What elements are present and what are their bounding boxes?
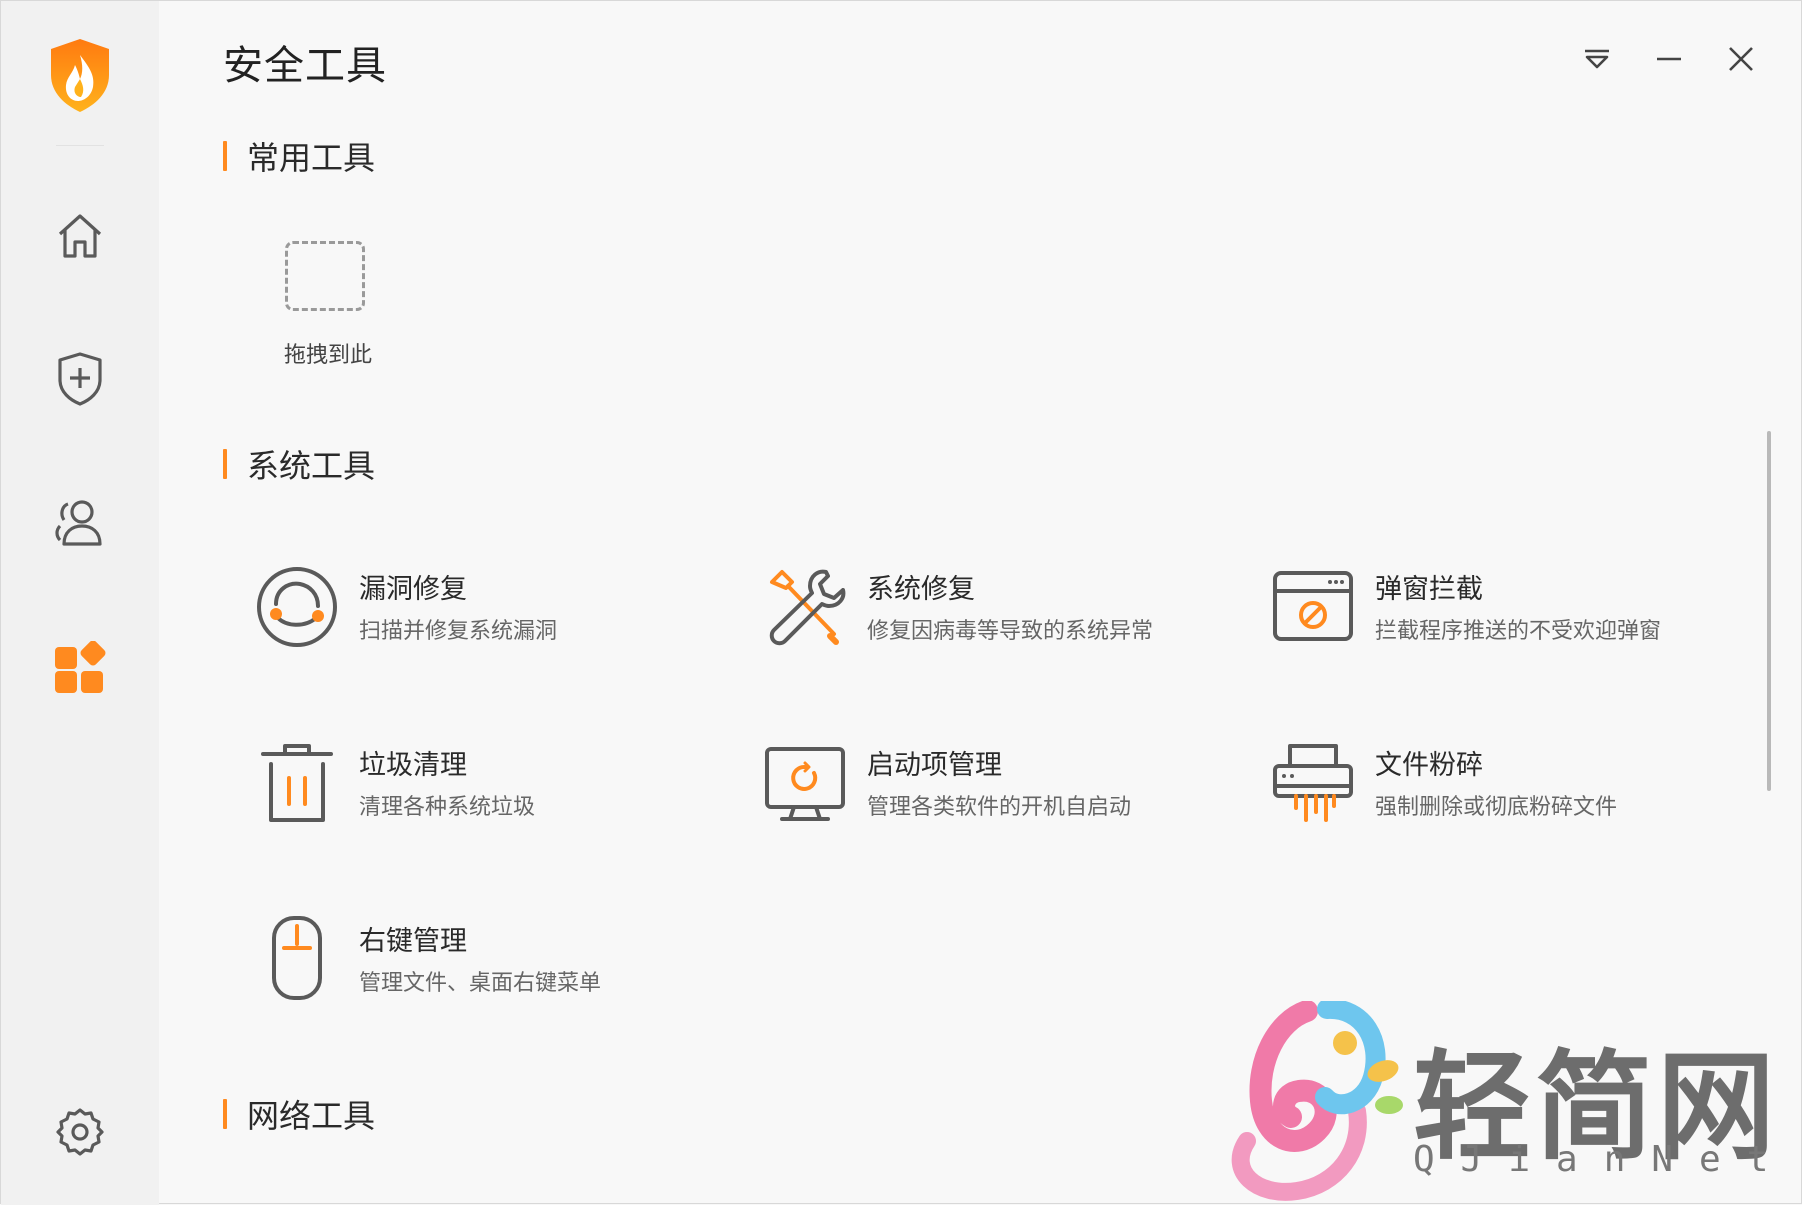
shield-plus-icon [58, 352, 102, 406]
vulnerability-repair-icon [247, 557, 347, 657]
minimize-button[interactable] [1647, 37, 1691, 81]
section-accent-bar [223, 1099, 227, 1129]
window-title: 安全工具 [223, 43, 387, 89]
tool-file-shredder[interactable]: 文件粉碎 强制删除或彻底粉碎文件 [1263, 733, 1743, 843]
tool-description: 清理各种系统垃圾 [359, 795, 536, 820]
gear-icon [56, 1108, 104, 1156]
wrench-screwdriver-icon [755, 557, 855, 657]
sidebar-divider [56, 145, 104, 146]
tool-system-repair[interactable]: 系统修复 修复因病毒等导致的系统异常 [755, 557, 1235, 667]
section-accent-bar [223, 141, 227, 171]
tool-name: 右键管理 [359, 926, 467, 957]
apps-grid-icon [55, 641, 106, 693]
drop-target-box [285, 241, 365, 311]
monitor-startup-icon [755, 733, 855, 833]
tool-name: 文件粉碎 [1375, 750, 1483, 781]
vertical-scrollbar[interactable] [1767, 431, 1773, 791]
tool-name: 弹窗拦截 [1375, 574, 1483, 605]
tool-name: 系统修复 [867, 574, 975, 605]
section-network-tools: 网络工具 [223, 1091, 375, 1137]
watermark-subtext: QJianNet [1413, 1139, 1795, 1180]
shredder-icon [1263, 733, 1363, 833]
watermark-swirl-logo-icon [1231, 1001, 1403, 1201]
tool-description: 修复因病毒等导致的系统异常 [867, 619, 1154, 644]
section-accent-bar [223, 449, 227, 479]
tool-description: 扫描并修复系统漏洞 [359, 619, 558, 644]
tool-startup-manager[interactable]: 启动项管理 管理各类软件的开机自启动 [755, 733, 1235, 843]
sidebar-item-users[interactable] [45, 487, 115, 557]
security-tools-window: 安全工具 常用工具 拖拽到此 系统工具 漏洞修复 扫描并修复系统漏洞 系统修复 … [0, 0, 1802, 1205]
tool-description: 管理各类软件的开机自启动 [867, 795, 1132, 820]
tool-description: 管理文件、桌面右键菜单 [359, 971, 602, 996]
menu-dropdown-button[interactable] [1575, 37, 1619, 81]
drag-drop-label: 拖拽到此 [283, 343, 372, 368]
section-system-tools: 系统工具 [223, 441, 375, 487]
tool-name: 垃圾清理 [359, 750, 467, 781]
sidebar-item-home[interactable] [45, 201, 115, 271]
sidebar-item-settings[interactable] [45, 1097, 115, 1167]
tool-name: 启动项管理 [867, 750, 1002, 781]
site-watermark: 轻简网 QJianNet [1187, 1001, 1787, 1201]
dropdown-menu-icon [1585, 49, 1609, 69]
drag-drop-slot[interactable]: 拖拽到此 [263, 227, 393, 387]
home-icon [58, 214, 102, 258]
sidebar [1, 1, 159, 1205]
sidebar-item-protection[interactable] [45, 343, 115, 413]
section-title: 系统工具 [247, 447, 376, 485]
users-icon [55, 500, 102, 546]
mouse-icon [247, 909, 347, 1009]
tool-description: 强制删除或彻底粉碎文件 [1375, 795, 1618, 820]
app-logo-icon [45, 35, 115, 115]
tool-vulnerability-repair[interactable]: 漏洞修复 扫描并修复系统漏洞 [247, 557, 727, 667]
scrollbar-thumb[interactable] [1767, 431, 1771, 791]
close-icon [1729, 47, 1753, 71]
minimize-icon [1657, 57, 1681, 61]
popup-block-icon [1263, 557, 1363, 657]
section-title: 常用工具 [247, 139, 376, 177]
tool-name: 漏洞修复 [359, 574, 467, 605]
tool-context-menu-manager[interactable]: 右键管理 管理文件、桌面右键菜单 [247, 909, 727, 1019]
tool-popup-block[interactable]: 弹窗拦截 拦截程序推送的不受欢迎弹窗 [1263, 557, 1743, 667]
section-common-tools: 常用工具 [223, 133, 375, 179]
tool-junk-clean[interactable]: 垃圾清理 清理各种系统垃圾 [247, 733, 727, 843]
tool-description: 拦截程序推送的不受欢迎弹窗 [1375, 619, 1662, 644]
close-button[interactable] [1719, 37, 1763, 81]
section-title: 网络工具 [247, 1097, 376, 1135]
trash-icon [247, 733, 347, 833]
sidebar-item-tools[interactable] [45, 633, 115, 703]
